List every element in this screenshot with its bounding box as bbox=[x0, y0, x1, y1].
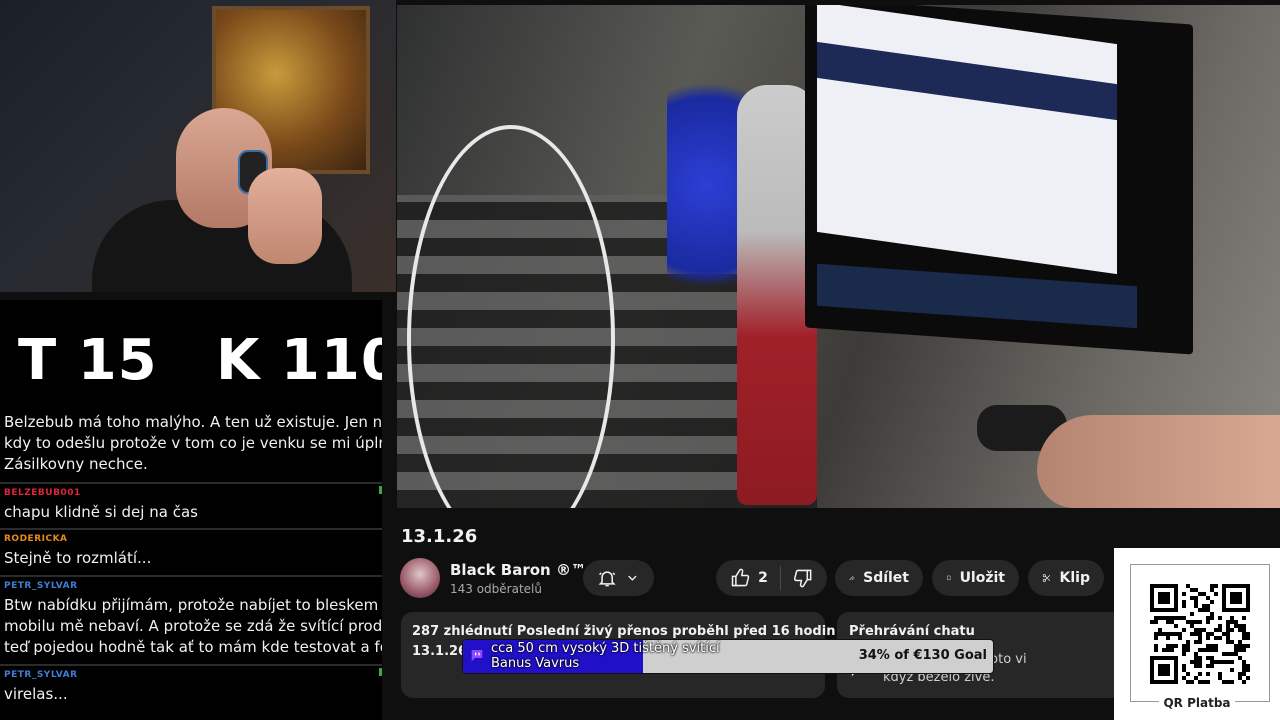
like-divider bbox=[779, 566, 781, 590]
thumbs-up-icon[interactable] bbox=[730, 567, 750, 589]
chat-message-line: teď pojedou hodně tak ať to mám kde test… bbox=[4, 638, 382, 656]
chat-username: PETR_SYLVAR bbox=[4, 581, 78, 591]
chat-message-line: Zásilkovny nechce. bbox=[4, 455, 148, 473]
monitor-screen bbox=[817, 5, 1117, 275]
goal-icon bbox=[471, 650, 483, 662]
chat-message: PETR_SYLVAR virelas... bbox=[0, 664, 382, 716]
save-label: Uložit bbox=[959, 570, 1005, 586]
like-count: 2 bbox=[758, 570, 768, 586]
save-button[interactable]: Uložit bbox=[932, 560, 1019, 596]
like-dislike-group: 2 bbox=[716, 560, 827, 596]
chat-message-line: Btw nabídku přijímám, protože nabíjet to… bbox=[4, 596, 382, 614]
chat-message: PETR_SYLVAR Btw nabídku přijímám, protož… bbox=[0, 575, 382, 665]
bell-icon bbox=[598, 571, 616, 587]
views-and-stream-info: 287 zhlédnutí Poslední živý přenos probě… bbox=[412, 624, 836, 639]
channel-name[interactable]: Black Baron ®™ bbox=[450, 561, 586, 579]
chat-username: RODERICKA bbox=[4, 534, 68, 544]
channel-avatar[interactable] bbox=[400, 558, 440, 598]
thumbs-down-icon[interactable] bbox=[793, 567, 813, 589]
video-title: 13.1.26 bbox=[401, 526, 478, 547]
share-button[interactable]: Sdílet bbox=[835, 560, 923, 596]
stream-chat: Belzebub má toho malýho. A ten už existu… bbox=[0, 410, 382, 720]
qr-payment-panel: QR Platba bbox=[1114, 548, 1280, 720]
qr-label: QR Platba bbox=[1159, 696, 1235, 710]
share-icon bbox=[849, 575, 855, 581]
chat-badge bbox=[379, 486, 382, 494]
scissors-icon bbox=[1042, 574, 1051, 582]
chat-message-line: chapu klidně si dej na čas bbox=[4, 503, 198, 521]
chat-message: Belzebub má toho malýho. A ten už existu… bbox=[0, 410, 382, 482]
chat-username: BELZEBUB001 bbox=[4, 488, 81, 498]
thumbs-up-hand bbox=[248, 168, 322, 264]
chat-message: BELZEBUB001 chapu klidně si dej na čas bbox=[0, 482, 382, 528]
notification-bell-button[interactable] bbox=[583, 560, 654, 596]
donation-goal-bar: cca 50 cm vysoký 3D tištěný svítící Banu… bbox=[462, 639, 994, 674]
chat-message-line: Stejně to rozmlátí... bbox=[4, 549, 152, 567]
chat-badge bbox=[379, 668, 382, 676]
cable bbox=[407, 125, 615, 508]
chevron-down-icon bbox=[628, 575, 637, 581]
chat-message-line: kdy to odešlu protože v tom co je venku … bbox=[4, 434, 382, 452]
hand-on-mouse bbox=[1037, 415, 1280, 508]
chat-message-line: Belzebub má toho malýho. A ten už existu… bbox=[4, 413, 382, 431]
score-overlay: T 15 K 110 bbox=[0, 300, 382, 410]
clip-button[interactable]: Klip bbox=[1028, 560, 1104, 596]
share-label: Sdílet bbox=[863, 570, 909, 586]
bookmark-icon bbox=[947, 575, 951, 581]
score-t: T 15 bbox=[18, 328, 158, 393]
goal-subtitle: Banus Vavrus bbox=[491, 656, 580, 671]
chat-username: PETR_SYLVAR bbox=[4, 670, 78, 680]
blue-tinsel bbox=[667, 45, 747, 325]
webcam-feed bbox=[0, 0, 396, 292]
video-player[interactable] bbox=[397, 5, 1280, 508]
chat-message-line: virelas... bbox=[4, 685, 68, 703]
description-date: 13.1.26 bbox=[412, 644, 468, 659]
qr-code bbox=[1150, 584, 1250, 684]
chat-replay-title: Přehrávání chatu bbox=[849, 624, 975, 639]
goal-percent-label: 34% of €130 Goal bbox=[858, 648, 987, 663]
subscriber-count: 143 odběratelů bbox=[450, 582, 542, 596]
qr-frame bbox=[1130, 564, 1270, 702]
goal-title: cca 50 cm vysoký 3D tištěný svítící bbox=[491, 641, 720, 656]
clip-label: Klip bbox=[1059, 570, 1090, 586]
score-k: K 110 bbox=[216, 328, 382, 393]
chat-message: RODERICKA Stejně to rozmlátí... bbox=[0, 528, 382, 576]
chat-message-line: mobilu mě nebaví. A protože se zdá že sv… bbox=[4, 617, 382, 635]
